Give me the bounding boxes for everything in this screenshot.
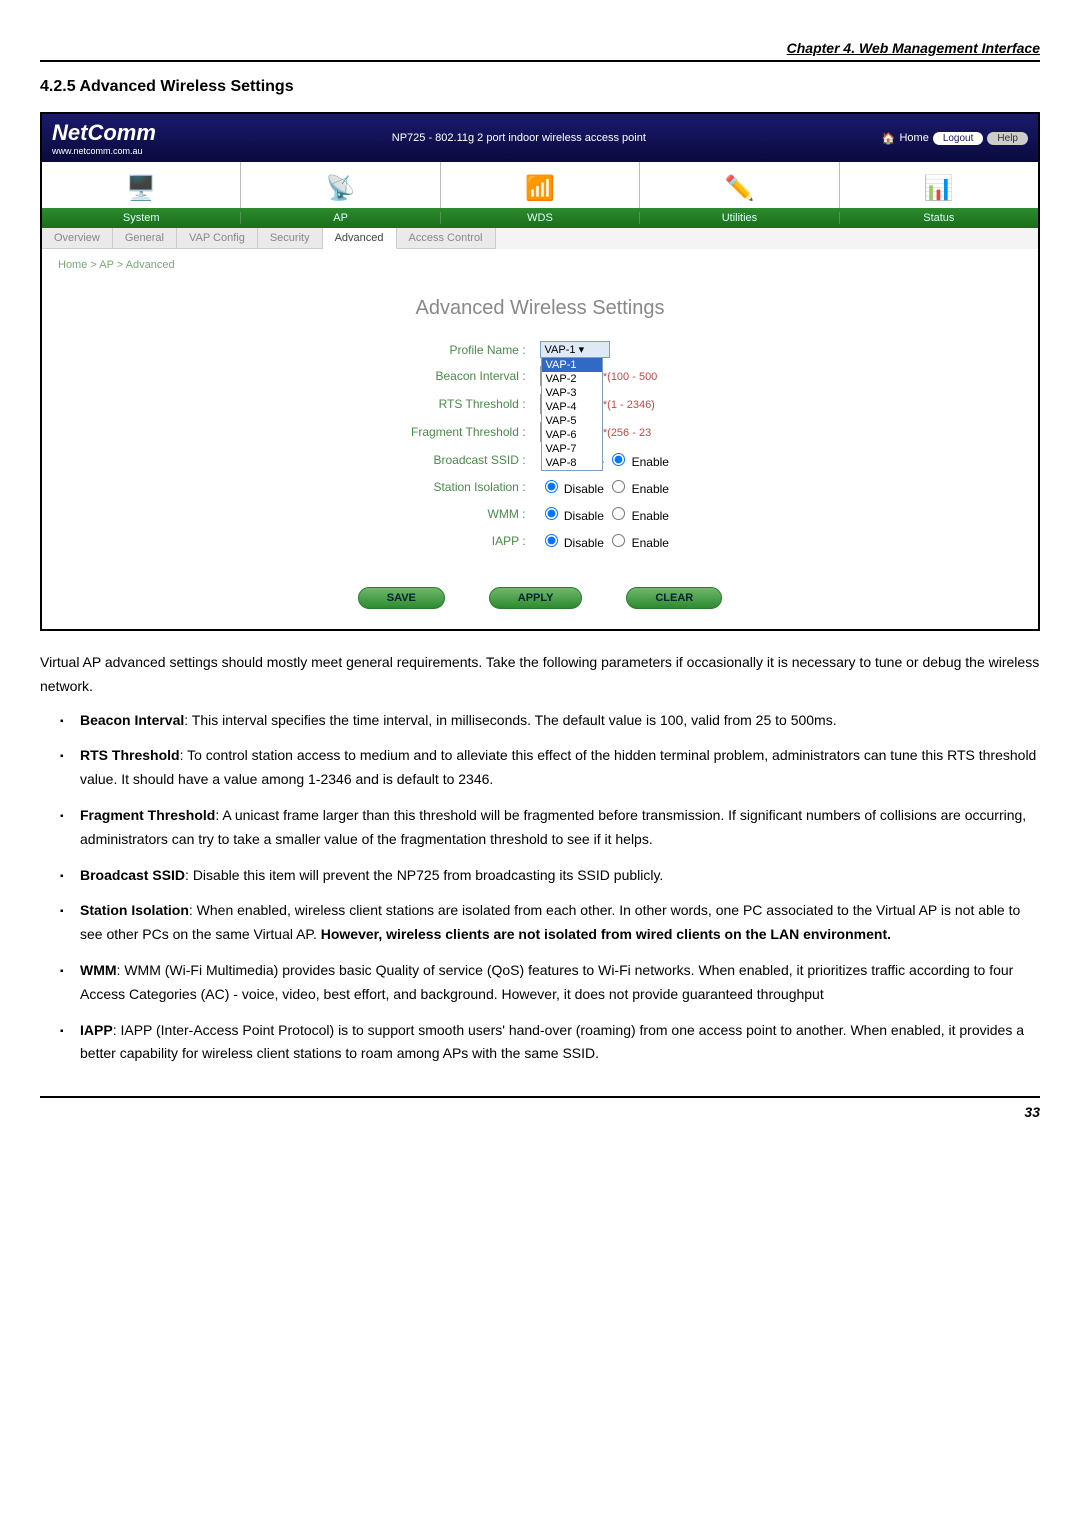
beacon-hint: *(100 - 500 bbox=[603, 371, 657, 383]
tab-general[interactable]: General bbox=[113, 228, 177, 249]
rts-hint: *(1 - 2346) bbox=[603, 399, 655, 411]
sub-tabs: Overview General VAP Config Security Adv… bbox=[42, 228, 1038, 249]
brand-url: www.netcomm.com.au bbox=[52, 146, 156, 156]
panel-title: Advanced Wireless Settings bbox=[42, 281, 1038, 336]
isolation-enable-radio[interactable] bbox=[612, 480, 625, 493]
dropdown-option[interactable]: VAP-4 bbox=[542, 400, 602, 414]
profile-name-select[interactable]: VAP-1 ▾ VAP-1 VAP-2 VAP-3 VAP-4 VAP-5 VA… bbox=[540, 341, 610, 358]
help-button[interactable]: Help bbox=[987, 132, 1028, 145]
section-title: 4.2.5 Advanced Wireless Settings bbox=[40, 78, 1040, 96]
list-item: Broadcast SSID: Disable this item will p… bbox=[60, 864, 1040, 888]
list-item: IAPP: IAPP (Inter-Access Point Protocol)… bbox=[60, 1019, 1040, 1067]
fragment-hint: *(256 - 23 bbox=[603, 427, 651, 439]
clear-button[interactable]: CLEAR bbox=[626, 587, 722, 609]
nav-wds[interactable]: WDS bbox=[441, 212, 640, 224]
broadcast-label: Broadcast SSID : bbox=[405, 447, 532, 472]
dropdown-option[interactable]: VAP-6 bbox=[542, 428, 602, 442]
nav-ap-icon[interactable]: 📡 bbox=[241, 162, 440, 208]
list-item: Beacon Interval: This interval specifies… bbox=[60, 709, 1040, 733]
main-nav-labels: System AP WDS Utilities Status bbox=[42, 208, 1038, 228]
chevron-down-icon: ▾ bbox=[579, 344, 585, 356]
model-text: NP725 - 802.11g 2 port indoor wireless a… bbox=[392, 132, 646, 144]
tab-overview[interactable]: Overview bbox=[42, 228, 113, 249]
broadcast-enable-radio[interactable] bbox=[612, 453, 625, 466]
dropdown-option[interactable]: VAP-3 bbox=[542, 386, 602, 400]
router-admin-screenshot: NetComm www.netcomm.com.au NP725 - 802.1… bbox=[40, 112, 1040, 631]
tab-security[interactable]: Security bbox=[258, 228, 323, 249]
logo-area: NetComm www.netcomm.com.au bbox=[52, 120, 156, 156]
feature-list: Beacon Interval: This interval specifies… bbox=[40, 709, 1040, 1067]
tab-vap-config[interactable]: VAP Config bbox=[177, 228, 258, 249]
page-number: 33 bbox=[40, 1096, 1040, 1120]
isolation-label: Station Isolation : bbox=[405, 474, 532, 499]
nav-wds-icon[interactable]: 📶 bbox=[441, 162, 640, 208]
top-links: 🏠 Home Logout Help bbox=[882, 132, 1028, 145]
dropdown-option[interactable]: VAP-2 bbox=[542, 372, 602, 386]
nav-status[interactable]: Status bbox=[840, 212, 1038, 224]
logout-button[interactable]: Logout bbox=[933, 132, 984, 145]
home-icon[interactable]: 🏠 bbox=[882, 132, 896, 145]
dropdown-option[interactable]: VAP-5 bbox=[542, 414, 602, 428]
save-button[interactable]: SAVE bbox=[358, 587, 445, 609]
nav-utilities[interactable]: Utilities bbox=[640, 212, 839, 224]
profile-dropdown-list[interactable]: VAP-1 VAP-2 VAP-3 VAP-4 VAP-5 VAP-6 VAP-… bbox=[541, 357, 603, 471]
dropdown-option[interactable]: VAP-1 bbox=[542, 358, 602, 372]
nav-system[interactable]: System bbox=[42, 212, 241, 224]
fragment-label: Fragment Threshold : bbox=[405, 419, 532, 445]
nav-ap[interactable]: AP bbox=[241, 212, 440, 224]
profile-name-label: Profile Name : bbox=[405, 338, 532, 361]
settings-form: Profile Name : VAP-1 ▾ VAP-1 VAP-2 VAP-3… bbox=[403, 336, 677, 555]
beacon-label: Beacon Interval : bbox=[405, 363, 532, 389]
top-bar: NetComm www.netcomm.com.au NP725 - 802.1… bbox=[42, 114, 1038, 162]
dropdown-option[interactable]: VAP-7 bbox=[542, 442, 602, 456]
home-link[interactable]: Home bbox=[899, 132, 928, 144]
list-item: RTS Threshold: To control station access… bbox=[60, 744, 1040, 792]
main-nav-icons: 🖥️ 📡 📶 ✏️ 📊 bbox=[42, 162, 1038, 208]
iapp-label: IAPP : bbox=[405, 528, 532, 553]
wmm-enable-radio[interactable] bbox=[612, 507, 625, 520]
tab-advanced[interactable]: Advanced bbox=[323, 228, 397, 249]
button-row: SAVE APPLY CLEAR bbox=[42, 575, 1038, 629]
list-item: Fragment Threshold: A unicast frame larg… bbox=[60, 804, 1040, 852]
list-item: WMM: WMM (Wi-Fi Multimedia) provides bas… bbox=[60, 959, 1040, 1007]
tab-access-control[interactable]: Access Control bbox=[397, 228, 496, 249]
wmm-label: WMM : bbox=[405, 501, 532, 526]
isolation-disable-radio[interactable] bbox=[545, 480, 558, 493]
iapp-enable-radio[interactable] bbox=[612, 534, 625, 547]
nav-utilities-icon[interactable]: ✏️ bbox=[640, 162, 839, 208]
dropdown-option[interactable]: VAP-8 bbox=[542, 456, 602, 470]
chapter-header: Chapter 4. Web Management Interface bbox=[40, 40, 1040, 62]
iapp-disable-radio[interactable] bbox=[545, 534, 558, 547]
breadcrumb: Home > AP > Advanced bbox=[42, 249, 1038, 281]
nav-system-icon[interactable]: 🖥️ bbox=[42, 162, 241, 208]
rts-label: RTS Threshold : bbox=[405, 391, 532, 417]
nav-status-icon[interactable]: 📊 bbox=[840, 162, 1038, 208]
brand-logo: NetComm bbox=[52, 120, 156, 146]
wmm-disable-radio[interactable] bbox=[545, 507, 558, 520]
list-item: Station Isolation: When enabled, wireles… bbox=[60, 899, 1040, 947]
apply-button[interactable]: APPLY bbox=[489, 587, 583, 609]
intro-paragraph: Virtual AP advanced settings should most… bbox=[40, 651, 1040, 699]
